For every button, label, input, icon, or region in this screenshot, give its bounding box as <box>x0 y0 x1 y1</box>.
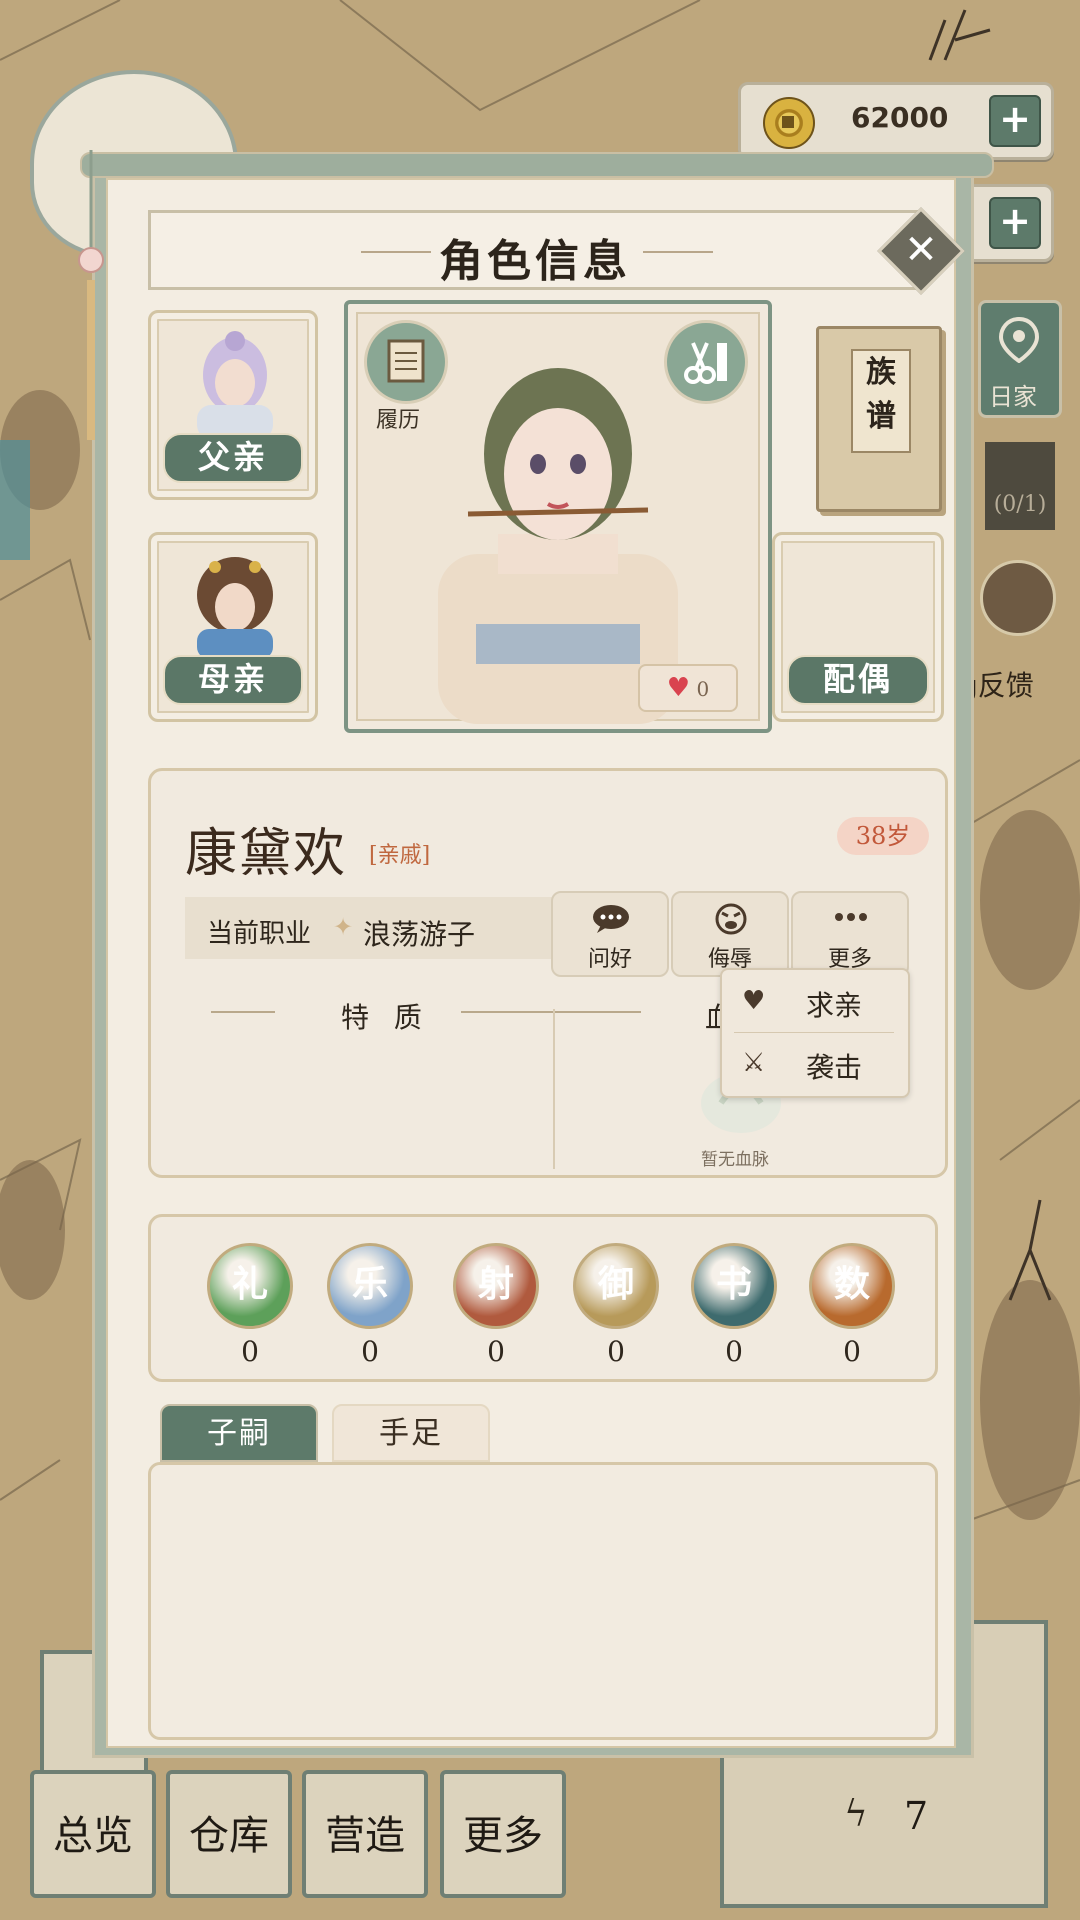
crossed-swords-icon: ⚔ <box>742 1048 766 1078</box>
attack-label: 袭击 <box>806 1051 863 1084</box>
skill-value-6: 0 <box>843 1335 861 1368</box>
coin-counter: 62000 + <box>738 82 1054 160</box>
title-ornament-right <box>643 251 713 253</box>
heart-icon: ♥ <box>666 673 691 703</box>
nav-more[interactable]: 更多 <box>440 1770 566 1898</box>
insult-button[interactable]: 侮辱 <box>671 891 789 977</box>
heart-icon: ♥ <box>742 986 766 1016</box>
skill-icon-2[interactable]: 乐 <box>327 1243 413 1329</box>
scroll-rod <box>80 152 994 178</box>
mother-label: 母亲 <box>163 655 303 705</box>
affection-badge: ♥ 0 <box>638 664 738 712</box>
occupation-value: 浪荡游子 <box>363 918 476 951</box>
attack-menu-item[interactable]: ⚔ 袭击 <box>722 1032 908 1092</box>
angry-face-icon <box>715 903 747 935</box>
mother-portrait <box>197 557 273 659</box>
traits-title: 特 质 <box>341 1001 430 1034</box>
relatives-list <box>148 1462 938 1740</box>
skill-value-4: 0 <box>607 1335 625 1368</box>
tassel-ornament <box>78 150 104 440</box>
skill-value-5: 0 <box>725 1335 743 1368</box>
character-name: 康黛欢 <box>185 824 348 884</box>
affection-count: 0 <box>696 677 710 701</box>
resume-label: 履历 <box>376 408 421 433</box>
propose-label: 求亲 <box>806 989 863 1022</box>
skill-icon-1[interactable]: 礼 <box>207 1243 293 1329</box>
dialog-title: 角色信息 <box>439 236 631 287</box>
skill-value-2: 0 <box>361 1335 379 1368</box>
father-card[interactable]: 父亲 <box>148 310 318 500</box>
skills-panel: 礼 0 乐 0 射 0 御 0 书 0 数 0 <box>148 1214 938 1382</box>
resume-button[interactable] <box>364 320 448 404</box>
location-pin-icon <box>999 317 1039 363</box>
speech-bubble-icon <box>593 905 629 933</box>
scissors-comb-icon <box>684 342 727 384</box>
more-actions-dropdown: ♥ 求亲 ⚔ 袭击 <box>720 968 910 1098</box>
spouse-card[interactable]: 配偶 <box>772 532 944 722</box>
skill-icon-6[interactable]: 数 <box>809 1243 895 1329</box>
traits-ornament-right <box>461 1011 641 1013</box>
nav-warehouse[interactable]: 仓库 <box>166 1770 292 1898</box>
title-bar: 角色信息 <box>148 210 922 290</box>
section-divider <box>553 1009 555 1169</box>
energy-icon: ϟ <box>844 1794 868 1835</box>
relation-tag: [亲戚] <box>369 843 431 868</box>
greet-button[interactable]: 问好 <box>551 891 669 977</box>
father-portrait <box>197 331 273 437</box>
more-actions-button[interactable]: 更多 <box>791 891 909 977</box>
age-badge: 38岁 <box>837 817 929 855</box>
nav-overview[interactable]: 总览 <box>30 1770 156 1898</box>
close-icon: ✕ <box>904 227 938 273</box>
character-info-dialog: 角色信息 ✕ 父亲 母亲 履历 ♥ 0 族谱 配偶 康黛欢 [亲戚] 38岁 当… <box>80 152 994 1758</box>
location-button[interactable]: 日家 <box>978 300 1062 418</box>
dialog-paper: 角色信息 ✕ 父亲 母亲 履历 ♥ 0 族谱 配偶 康黛欢 [亲戚] 38岁 当… <box>106 178 965 1748</box>
father-label: 父亲 <box>163 433 303 483</box>
more-dots-icon <box>835 913 867 921</box>
traits-ornament-left <box>211 1011 275 1013</box>
appearance-button[interactable] <box>664 320 748 404</box>
spouse-label: 配偶 <box>787 655 929 705</box>
propose-menu-item[interactable]: ♥ 求亲 <box>722 970 908 1030</box>
nav-construction[interactable]: 营造 <box>302 1770 428 1898</box>
side-counter: (0/1) <box>985 442 1055 530</box>
mother-card[interactable]: 母亲 <box>148 532 318 722</box>
tab-heirs[interactable]: 子嗣 <box>160 1404 318 1462</box>
skill-value-1: 0 <box>241 1335 259 1368</box>
tab-siblings[interactable]: 手足 <box>332 1404 490 1462</box>
scroll-document-icon <box>387 339 425 383</box>
occupation-label: 当前职业 <box>207 919 312 949</box>
sparkle-icon: ✦ <box>333 913 354 941</box>
add-coins-button[interactable]: + <box>989 95 1041 147</box>
genealogy-label: 族谱 <box>851 349 911 453</box>
energy-value: 7 <box>904 1794 929 1838</box>
skill-icon-4[interactable]: 御 <box>573 1243 659 1329</box>
skill-icon-3[interactable]: 射 <box>453 1243 539 1329</box>
announcement-horn-icon[interactable] <box>980 560 1056 636</box>
greet-label: 问好 <box>587 947 632 972</box>
coin-amount: 62000 <box>851 101 949 134</box>
skill-value-3: 0 <box>487 1335 505 1368</box>
skill-icon-5[interactable]: 书 <box>691 1243 777 1329</box>
no-bloodline-text: 暂无血脉 <box>701 1150 769 1170</box>
occupation-row: 当前职业 ✦ 浪荡游子 <box>185 897 565 959</box>
add-currency-button[interactable]: + <box>989 197 1041 249</box>
genealogy-book-button[interactable]: 族谱 <box>816 326 942 512</box>
coin-icon <box>763 97 815 149</box>
location-label: 日家 <box>989 383 1037 411</box>
